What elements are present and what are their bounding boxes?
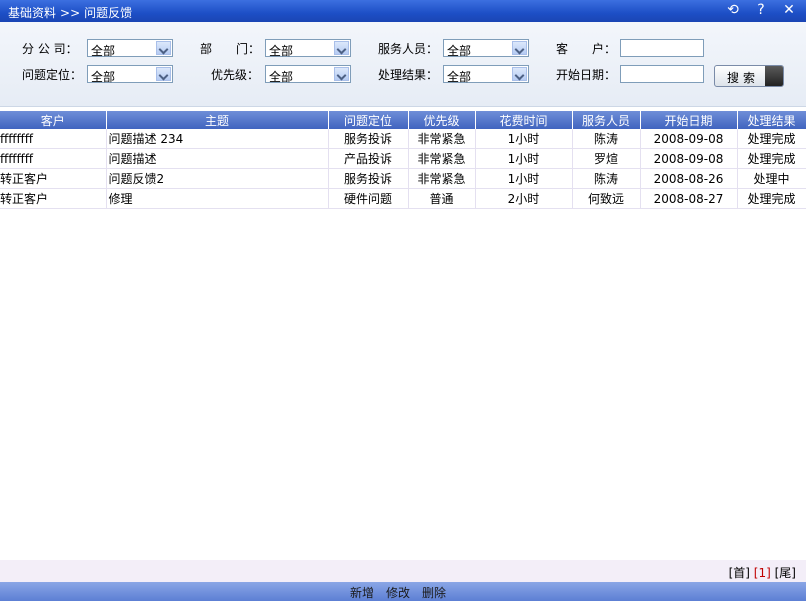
pager-last-link[interactable]: [尾] — [775, 566, 796, 580]
breadcrumb: 基础资料 >> 问题反馈 — [8, 4, 136, 21]
cell-time-spent: 2小时 — [475, 188, 573, 209]
chevron-down-icon — [512, 67, 527, 81]
cell-problem-position: 产品投诉 — [328, 148, 409, 169]
service-person-label: 服务人员： — [378, 42, 439, 56]
chevron-down-icon — [334, 67, 349, 81]
customer-input[interactable] — [620, 39, 704, 57]
company-select[interactable]: 全部 — [87, 39, 173, 58]
table-row[interactable]: ffffffff 问题描述 产品投诉 非常紧急 1小时 罗煊 2008-09-0… — [0, 148, 806, 169]
cell-subject[interactable]: 问题反馈2 — [106, 168, 329, 189]
title-bar: 基础资料 >> 问题反馈 ⟲ ? ✕ — [0, 0, 806, 22]
cell-subject[interactable]: 问题描述 234 — [106, 129, 329, 149]
refresh-icon[interactable]: ⟲ — [726, 2, 740, 18]
cell-priority: 非常紧急 — [408, 168, 476, 189]
result-label: 处理结果： — [378, 68, 439, 82]
table-row[interactable]: 转正客户 问题反馈2 服务投诉 非常紧急 1小时 陈涛 2008-08-26 处… — [0, 168, 806, 189]
service-person-select-value: 全部 — [447, 44, 472, 58]
feedback-table: 客户 主题 问题定位 优先级 花费时间 服务人员 开始日期 处理结果 fffff… — [0, 111, 806, 209]
cell-start-date: 2008-08-27 — [640, 188, 738, 209]
table-header-row: 客户 主题 问题定位 优先级 花费时间 服务人员 开始日期 处理结果 — [0, 111, 806, 129]
cell-service-person: 何致远 — [572, 188, 641, 209]
cell-result: 处理完成 — [737, 188, 806, 209]
cell-customer: 转正客户 — [0, 188, 107, 209]
cell-time-spent: 1小时 — [475, 168, 573, 189]
table-row[interactable]: ffffffff 问题描述 234 服务投诉 非常紧急 1小时 陈涛 2008-… — [0, 129, 806, 149]
cell-problem-position: 服务投诉 — [328, 129, 409, 149]
close-icon[interactable]: ✕ — [782, 2, 796, 18]
breadcrumb-item-base-data[interactable]: 基础资料 — [8, 6, 56, 20]
cell-start-date: 2008-08-26 — [640, 168, 738, 189]
cell-service-person: 陈涛 — [572, 168, 641, 189]
cell-result: 处理中 — [737, 168, 806, 189]
problem-position-select[interactable]: 全部 — [87, 65, 173, 84]
result-select-value: 全部 — [447, 70, 472, 84]
company-label: 分 公 司： — [22, 42, 78, 56]
result-select[interactable]: 全部 — [443, 65, 529, 84]
column-header-service-person[interactable]: 服务人员 — [572, 111, 641, 129]
column-header-customer[interactable]: 客户 — [0, 111, 107, 129]
cell-priority: 非常紧急 — [408, 129, 476, 149]
cell-subject[interactable]: 修理 — [106, 188, 329, 209]
filter-panel: 分 公 司： 全部 部 门： 全部 服务人员： 全部 客 户： 问题定位： 全部… — [0, 22, 806, 107]
cell-problem-position: 服务投诉 — [328, 168, 409, 189]
cell-start-date: 2008-09-08 — [640, 148, 738, 169]
cell-subject[interactable]: 问题描述 — [106, 148, 329, 169]
company-select-value: 全部 — [91, 44, 116, 58]
cell-service-person: 陈涛 — [572, 129, 641, 149]
search-button-label: 搜索 — [727, 71, 760, 85]
cell-customer: 转正客户 — [0, 168, 107, 189]
department-select-value: 全部 — [269, 44, 294, 58]
chevron-down-icon — [334, 41, 349, 55]
start-date-label: 开始日期： — [556, 68, 617, 82]
column-header-start-date[interactable]: 开始日期 — [640, 111, 738, 129]
chevron-down-icon — [512, 41, 527, 55]
delete-button[interactable]: 删除 — [422, 584, 446, 601]
column-header-priority[interactable]: 优先级 — [408, 111, 476, 129]
cell-time-spent: 1小时 — [475, 148, 573, 169]
start-date-input[interactable] — [620, 65, 704, 83]
priority-select-value: 全部 — [269, 70, 294, 84]
search-button-dropdown — [765, 66, 783, 86]
cell-customer: ffffffff — [0, 148, 107, 169]
problem-position-label: 问题定位： — [22, 68, 83, 82]
table-row[interactable]: 转正客户 修理 硬件问题 普通 2小时 何致远 2008-08-27 处理完成 — [0, 188, 806, 209]
pager-bar: [首] [1] [尾] — [0, 560, 806, 582]
column-header-time-spent[interactable]: 花费时间 — [475, 111, 573, 129]
priority-label: 优先级： — [211, 68, 260, 82]
breadcrumb-separator: >> — [60, 6, 81, 20]
priority-select[interactable]: 全部 — [265, 65, 351, 84]
cell-start-date: 2008-09-08 — [640, 129, 738, 149]
edit-button[interactable]: 修改 — [386, 584, 410, 601]
department-label: 部 门： — [200, 42, 261, 56]
chevron-down-icon — [156, 41, 171, 55]
department-select[interactable]: 全部 — [265, 39, 351, 58]
column-header-problem-position[interactable]: 问题定位 — [328, 111, 409, 129]
customer-label: 客 户： — [556, 42, 617, 56]
cell-problem-position: 硬件问题 — [328, 188, 409, 209]
help-icon[interactable]: ? — [754, 2, 768, 18]
cell-priority: 非常紧急 — [408, 148, 476, 169]
pager: [首] [1] [尾] — [729, 564, 796, 581]
cell-customer: ffffffff — [0, 129, 107, 149]
column-header-subject[interactable]: 主题 — [106, 111, 329, 129]
chevron-down-icon — [156, 67, 171, 81]
pager-current-page[interactable]: [1] — [754, 566, 771, 580]
column-header-result[interactable]: 处理结果 — [737, 111, 806, 129]
cell-priority: 普通 — [408, 188, 476, 209]
breadcrumb-item-feedback: 问题反馈 — [84, 6, 133, 20]
cell-result: 处理完成 — [737, 129, 806, 149]
search-button[interactable]: 搜索 — [714, 65, 784, 87]
cell-time-spent: 1小时 — [475, 129, 573, 149]
problem-position-select-value: 全部 — [91, 70, 116, 84]
pager-first-link[interactable]: [首] — [729, 566, 750, 580]
action-bar: 新增 修改 删除 — [0, 582, 806, 601]
cell-service-person: 罗煊 — [572, 148, 641, 169]
service-person-select[interactable]: 全部 — [443, 39, 529, 58]
cell-result: 处理完成 — [737, 148, 806, 169]
add-button[interactable]: 新增 — [350, 584, 374, 601]
